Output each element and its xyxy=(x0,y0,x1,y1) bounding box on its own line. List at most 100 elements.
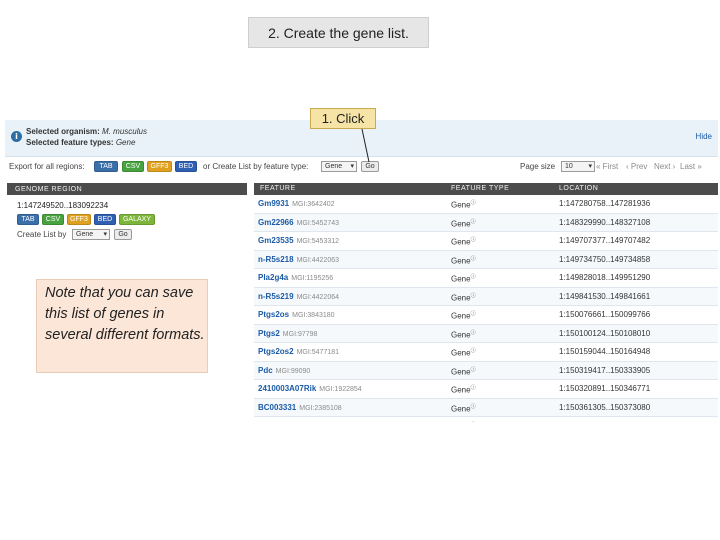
info-icon: ⓘ xyxy=(470,385,476,391)
feature-symbol-link[interactable]: Pdc MGI:99090 xyxy=(258,366,310,375)
feature-symbol-link[interactable]: Pla2g4a MGI:1195256 xyxy=(258,273,333,282)
region-go-button[interactable]: Go xyxy=(114,229,132,240)
feature-type: Geneⓘ xyxy=(451,348,476,358)
feature-location: 1:150076661..150099766 xyxy=(559,310,651,319)
genome-region-header: GENOME REGION xyxy=(7,183,247,195)
first-page-link[interactable]: « First xyxy=(596,162,618,171)
feature-location: 1:149841530..149841661 xyxy=(559,291,651,301)
feature-symbol-link[interactable]: n-R5s219 MGI:4422064 xyxy=(258,292,339,301)
region-create-label: Create List by xyxy=(17,230,67,239)
header-location: LOCATION xyxy=(559,185,599,192)
feature-type: Geneⓘ xyxy=(451,292,476,303)
feature-location: 1:150319417..150333905 xyxy=(559,365,651,375)
hide-link[interactable]: Hide xyxy=(696,132,712,141)
feature-symbol-link[interactable]: Ptgs2os MGI:3843180 xyxy=(258,310,335,319)
mgi-id: MGI:99090 xyxy=(275,367,311,375)
mgi-id: MGI:4422064 xyxy=(296,293,339,301)
info-icon: ⓘ xyxy=(470,403,476,410)
info-icon: ⓘ xyxy=(470,348,476,354)
info-icon: ⓘ xyxy=(470,218,476,225)
feature-symbol-link[interactable]: 2410003A07Rik MGI:1922854 xyxy=(258,384,362,393)
region-export-buttons: TAB CSV GFF3 BED GALAXY xyxy=(17,214,177,226)
mgi-id: MGI:4422063 xyxy=(296,256,339,264)
region-tab-button[interactable]: TAB xyxy=(17,214,39,225)
feature-location: 1:149707377..149707482 xyxy=(559,236,651,245)
feature-type: Geneⓘ xyxy=(451,385,476,395)
table-row: n-R5s218 MGI:4422063 Geneⓘ 1:149734750..149… xyxy=(254,250,718,269)
mgi-id: MGI:2385108 xyxy=(299,404,342,412)
mgi-id: MGI:1922854 xyxy=(319,386,362,393)
mgi-id: MGI:5452743 xyxy=(296,219,340,227)
info-icon: ⓘ xyxy=(470,366,476,373)
feature-location: 1:149828018..149951290 xyxy=(559,273,651,282)
feature-symbol-link[interactable]: Gm22966 MGI:5452743 xyxy=(258,218,339,227)
table-row: Pla2g4a MGI:1195256 Geneⓘ 1:149828018..1499… xyxy=(254,269,718,288)
region-csv-button[interactable]: CSV xyxy=(42,214,64,225)
genome-region-pane: GENOME REGION 1:147249520..183092234 TAB… xyxy=(7,183,247,240)
export-gff3-button[interactable]: GFF3 xyxy=(147,161,172,172)
create-list-label: or Create List by feature type: xyxy=(203,162,309,171)
last-page-link[interactable]: Last » xyxy=(680,162,702,171)
info-icon: ⓘ xyxy=(470,292,476,299)
feature-symbol-link[interactable]: Ptgs2os2 MGI:5477181 xyxy=(258,347,339,356)
feature-table-header: FEATURE FEATURE TYPE LOCATION xyxy=(254,183,718,195)
next-page-link[interactable]: Next › xyxy=(654,162,675,171)
mgi-id: MGI:97798 xyxy=(282,330,318,338)
mgi-id: MGI:3843180 xyxy=(292,312,335,319)
prev-page-link[interactable]: ‹ Prev xyxy=(626,162,647,171)
feature-symbol-link[interactable]: Gm23535 MGI:5453312 xyxy=(258,236,339,245)
feature-type: Geneⓘ xyxy=(451,218,476,229)
feature-symbol-link[interactable]: Ptgs2 MGI:97798 xyxy=(258,329,317,338)
feature-symbol-link[interactable]: BC003331 MGI:2385108 xyxy=(258,403,342,412)
feature-symbol-link[interactable]: n-R5s218 MGI:4422063 xyxy=(258,255,339,264)
feature-location: 1:149734750..149734858 xyxy=(559,254,651,264)
step1-callout: 1. Click xyxy=(310,108,376,129)
region-gff3-button[interactable]: GFF3 xyxy=(67,214,91,225)
page-size-select[interactable]: 10 xyxy=(561,161,595,172)
feature-symbol-link[interactable]: Gm9931 MGI:3642402 xyxy=(258,199,335,208)
feature-type: Geneⓘ xyxy=(451,421,476,422)
create-list-go-button[interactable]: Go xyxy=(361,161,379,172)
feature-type: Geneⓘ xyxy=(451,329,476,340)
feature-location: 1:150320891..150346771 xyxy=(559,384,651,393)
region-galaxy-button[interactable]: GALAXY xyxy=(119,214,155,225)
feature-location: 1:148329990..148327108 xyxy=(559,217,651,227)
header-feature: FEATURE xyxy=(260,185,296,192)
step2-callout: 2. Create the gene list. xyxy=(248,17,429,48)
feature-location: 1:150159044..150164948 xyxy=(559,347,651,356)
feature-table: FEATURE FEATURE TYPE LOCATION Gm9931 MGI:… xyxy=(254,183,718,422)
region-bed-button[interactable]: BED xyxy=(94,214,116,225)
export-bed-button[interactable]: BED xyxy=(175,161,197,172)
export-csv-button[interactable]: CSV xyxy=(122,161,144,172)
table-row: Gm22966 MGI:5452743 Geneⓘ 1:148329990..1483… xyxy=(254,213,718,232)
feature-symbol-link[interactable]: TprMGI:1922066 xyxy=(258,421,316,422)
export-tab-button[interactable]: TAB xyxy=(94,161,118,172)
export-toolbar: Export for all regions: TAB CSV GFF3 BED… xyxy=(5,158,718,176)
info-icon: ⓘ xyxy=(470,329,476,336)
table-row: 2410003A07Rik MGI:1922854 Geneⓘ 1:150320891… xyxy=(254,380,718,399)
info-icon: ⓘ xyxy=(470,237,476,243)
info-icon: i xyxy=(11,131,22,142)
feature-type: Geneⓘ xyxy=(451,403,476,414)
mouse-genome-browser: i Selected organism: M. musculus Selecte… xyxy=(5,120,718,422)
info-icon: ⓘ xyxy=(470,311,476,317)
header-feature-type: FEATURE TYPE xyxy=(451,185,510,192)
feature-table-body: Gm9931 MGI:3642402 Geneⓘ 1:147280758..14728… xyxy=(254,195,718,422)
note-callout: Note that you can save this list of gene… xyxy=(36,279,208,373)
feature-type: Geneⓘ xyxy=(451,311,476,321)
table-row: Ptgs2os2 MGI:5477181 Geneⓘ 1:150159044..150… xyxy=(254,343,718,362)
feature-location: 1:147280758..147281936 xyxy=(559,199,651,208)
region-feature-type-select[interactable]: Gene xyxy=(72,229,110,240)
feature-type: Geneⓘ xyxy=(451,237,476,247)
table-row: Pdc MGI:99090 Geneⓘ 1:150319417..150333905 xyxy=(254,361,718,380)
feature-type: Geneⓘ xyxy=(451,366,476,377)
feature-type: Geneⓘ xyxy=(451,255,476,266)
info-icon: ⓘ xyxy=(470,274,476,280)
info-icon: ⓘ xyxy=(470,200,476,206)
table-row: Gm9931 MGI:3642402 Geneⓘ 1:147280758..14728… xyxy=(254,195,718,214)
mgi-id: MGI:5453312 xyxy=(296,238,340,245)
selected-feature-types: Selected feature types: Gene xyxy=(26,138,136,147)
genome-region-value: 1:147249520..183092234 xyxy=(17,201,109,210)
feature-type: Geneⓘ xyxy=(451,200,476,210)
feature-type-select[interactable]: Gene xyxy=(321,161,357,172)
